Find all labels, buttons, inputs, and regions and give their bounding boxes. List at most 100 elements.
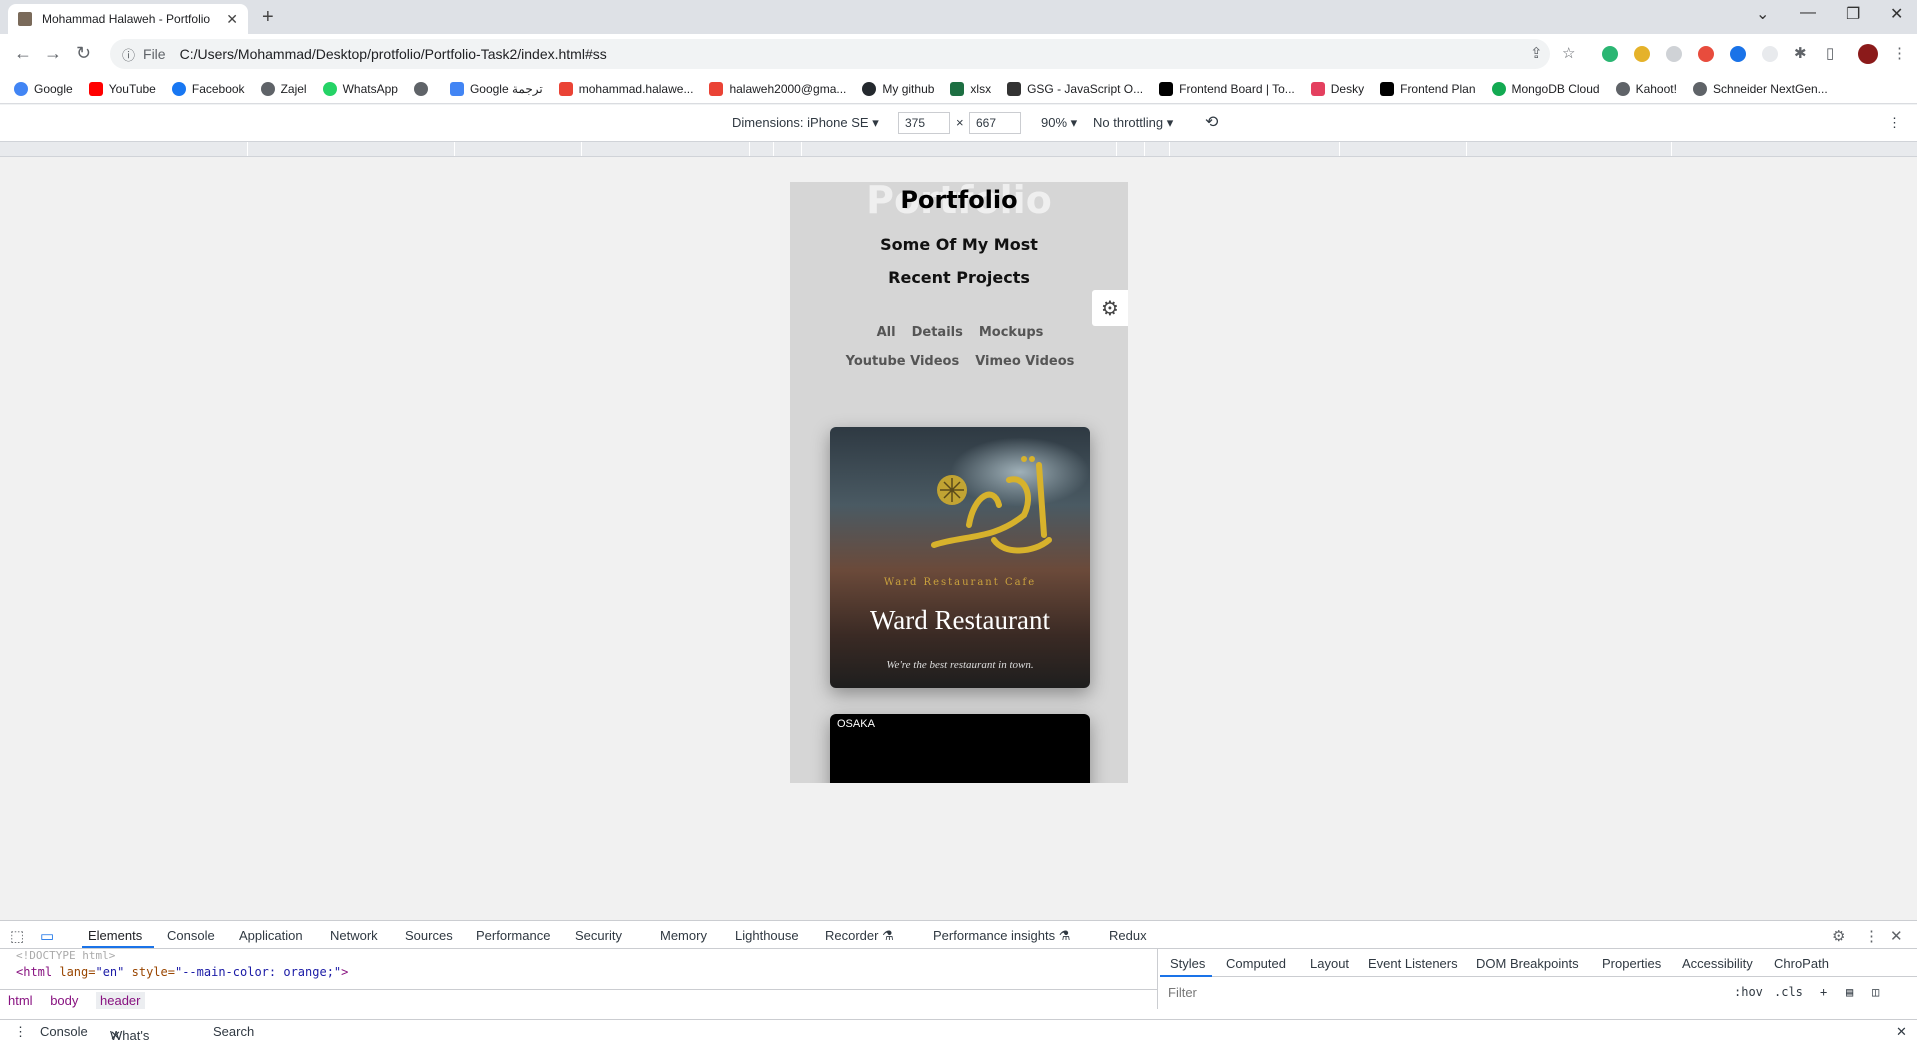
crumb-body[interactable]: body bbox=[50, 993, 78, 1008]
bookmark[interactable]: Kahoot! bbox=[1615, 81, 1677, 96]
rotate-icon[interactable]: ⟲ bbox=[1205, 112, 1218, 132]
extension-shield-icon[interactable] bbox=[1602, 46, 1618, 62]
filter-input[interactable]: Filter bbox=[1168, 985, 1197, 1000]
subtab-chropath[interactable]: ChroPath bbox=[1774, 956, 1829, 971]
bookmark-star-icon[interactable]: ☆ bbox=[1562, 44, 1575, 62]
bookmark[interactable]: Frontend Board | To... bbox=[1159, 81, 1295, 96]
device-toggle-icon[interactable]: ▭ bbox=[40, 927, 54, 945]
profile-avatar[interactable] bbox=[1858, 44, 1878, 64]
bookmark[interactable]: xlsx bbox=[950, 81, 991, 96]
extension-yellow-icon[interactable] bbox=[1634, 46, 1650, 62]
zoom-select[interactable]: 90% ▾ bbox=[1041, 115, 1077, 131]
drawer-tab-console[interactable]: Console bbox=[40, 1024, 88, 1039]
extension-color-icon[interactable] bbox=[1698, 46, 1714, 62]
crumb-html[interactable]: html bbox=[8, 993, 33, 1008]
bookmark[interactable]: mohammad.halawe... bbox=[558, 81, 693, 96]
bookmark[interactable]: My github bbox=[862, 81, 934, 96]
subtab-computed[interactable]: Computed bbox=[1226, 956, 1286, 971]
inspect-element-icon[interactable]: ⬚ bbox=[10, 927, 24, 945]
extension-grey-icon[interactable] bbox=[1762, 46, 1778, 62]
reload-icon[interactable]: ↻ bbox=[76, 43, 91, 64]
subtab-dom-breakpoints[interactable]: DOM Breakpoints bbox=[1476, 956, 1579, 971]
minimize-icon[interactable]: — bbox=[1800, 4, 1816, 22]
back-icon[interactable]: ← bbox=[14, 43, 32, 64]
tab-elements[interactable]: Elements bbox=[88, 928, 142, 943]
project-card-osaka[interactable]: OSAKA bbox=[830, 714, 1090, 783]
tab-redux[interactable]: Redux bbox=[1109, 928, 1147, 943]
extensions-puzzle-icon[interactable]: ✱ bbox=[1794, 44, 1807, 62]
subtab-styles[interactable]: Styles bbox=[1170, 956, 1205, 971]
drawer-close-icon[interactable]: ✕ bbox=[1896, 1024, 1907, 1040]
tab-application[interactable]: Application bbox=[239, 928, 303, 943]
width-input[interactable]: 375 bbox=[898, 112, 950, 134]
close-window-icon[interactable]: ✕ bbox=[1890, 4, 1903, 24]
subtab-properties[interactable]: Properties bbox=[1602, 956, 1661, 971]
browser-menu-icon[interactable]: ⋮ bbox=[1892, 44, 1907, 62]
bookmark[interactable]: MongoDB Cloud bbox=[1491, 81, 1600, 96]
project-card-ward[interactable]: Ward Restaurant Cafe Ward Restaurant We'… bbox=[830, 427, 1090, 688]
extension-blue-icon[interactable] bbox=[1730, 46, 1746, 62]
subtab-layout[interactable]: Layout bbox=[1310, 956, 1349, 971]
html-element-line[interactable]: <html lang="en" style="--main-color: ora… bbox=[16, 965, 348, 979]
filter-mockups[interactable]: Mockups bbox=[979, 325, 1044, 340]
bookmark[interactable]: YouTube bbox=[88, 81, 156, 96]
side-panel-icon[interactable]: ▯ bbox=[1826, 44, 1834, 62]
tab-security[interactable]: Security bbox=[575, 928, 622, 943]
bookmark[interactable]: Facebook bbox=[171, 81, 245, 96]
site-info-icon[interactable]: ⓘ bbox=[122, 45, 135, 64]
filter-vimeo-videos[interactable]: Vimeo Videos bbox=[975, 354, 1074, 369]
tab-console[interactable]: Console bbox=[167, 928, 215, 943]
tab-recorder[interactable]: Recorder ⚗ bbox=[825, 928, 894, 944]
subtab-accessibility[interactable]: Accessibility bbox=[1682, 956, 1753, 971]
bookmark[interactable]: Zajel bbox=[260, 81, 307, 96]
hov-toggle[interactable]: :hov bbox=[1734, 985, 1763, 999]
browser-tab[interactable]: Mohammad Halaweh - Portfolio ✕ bbox=[8, 4, 248, 34]
bookmark[interactable]: halaweh2000@gma... bbox=[709, 81, 846, 96]
sidebar-toggle-icon[interactable]: ◫ bbox=[1872, 985, 1879, 999]
drawer-tab-search[interactable]: Search bbox=[213, 1024, 254, 1039]
close-icon[interactable]: ✕ bbox=[110, 1028, 121, 1041]
bookmark[interactable]: Schneider NextGen... bbox=[1692, 81, 1828, 96]
address-bar[interactable]: ⓘ File C:/Users/Mohammad/Desktop/protfol… bbox=[110, 39, 1550, 69]
devtools-close-icon[interactable]: ✕ bbox=[1890, 927, 1903, 945]
bookmark[interactable] bbox=[413, 81, 434, 96]
media-query-bar[interactable] bbox=[0, 141, 1917, 157]
crumb-header[interactable]: header bbox=[96, 992, 145, 1009]
devtools-menu-icon[interactable]: ⋮ bbox=[1864, 927, 1879, 945]
throttling-select[interactable]: No throttling ▾ bbox=[1093, 115, 1173, 131]
filter-all[interactable]: All bbox=[877, 325, 896, 340]
drawer-menu-icon[interactable]: ⋮ bbox=[14, 1024, 27, 1040]
device-menu-icon[interactable]: ⋮ bbox=[1888, 115, 1901, 131]
filter-youtube-videos[interactable]: Youtube Videos bbox=[846, 354, 960, 369]
bookmark[interactable]: GSG - JavaScript O... bbox=[1007, 81, 1143, 96]
tab-network[interactable]: Network bbox=[330, 928, 378, 943]
extension-search-icon[interactable] bbox=[1666, 46, 1682, 62]
height-input[interactable]: 667 bbox=[969, 112, 1021, 134]
paint-brush-icon[interactable]: ▤ bbox=[1846, 985, 1853, 999]
new-tab-icon[interactable]: + bbox=[262, 6, 274, 29]
forward-icon[interactable]: → bbox=[44, 43, 62, 64]
bookmark[interactable]: Google bbox=[14, 81, 73, 96]
filter-details[interactable]: Details bbox=[912, 325, 963, 340]
tab-search-icon[interactable]: ⌄ bbox=[1756, 4, 1769, 24]
bookmark[interactable]: WhatsApp bbox=[322, 81, 398, 96]
share-icon[interactable]: ⇪ bbox=[1530, 44, 1543, 62]
settings-gear-icon[interactable]: ⚙ bbox=[1092, 290, 1128, 326]
close-tab-icon[interactable]: ✕ bbox=[226, 11, 238, 28]
bookmark[interactable]: Desky bbox=[1310, 81, 1364, 96]
tab-sources[interactable]: Sources bbox=[405, 928, 453, 943]
bookmark[interactable]: Frontend Plan bbox=[1380, 81, 1476, 96]
tab-performance[interactable]: Performance bbox=[476, 928, 550, 943]
add-rule-icon[interactable]: + bbox=[1820, 985, 1827, 999]
url-text[interactable]: C:/Users/Mohammad/Desktop/protfolio/Port… bbox=[180, 46, 607, 62]
tab-memory[interactable]: Memory bbox=[660, 928, 707, 943]
devtools-settings-icon[interactable]: ⚙ bbox=[1832, 927, 1845, 945]
subtab-event-listeners[interactable]: Event Listeners bbox=[1368, 956, 1458, 971]
globe-icon bbox=[260, 81, 275, 96]
tab-performance-insights[interactable]: Performance insights ⚗ bbox=[933, 928, 1070, 944]
restore-icon[interactable]: ❐ bbox=[1846, 4, 1860, 24]
tab-lighthouse[interactable]: Lighthouse bbox=[735, 928, 799, 943]
dimensions-select[interactable]: Dimensions: iPhone SE ▾ bbox=[732, 115, 879, 131]
bookmark[interactable]: Google ترجمة bbox=[449, 81, 543, 96]
cls-toggle[interactable]: .cls bbox=[1774, 985, 1803, 999]
